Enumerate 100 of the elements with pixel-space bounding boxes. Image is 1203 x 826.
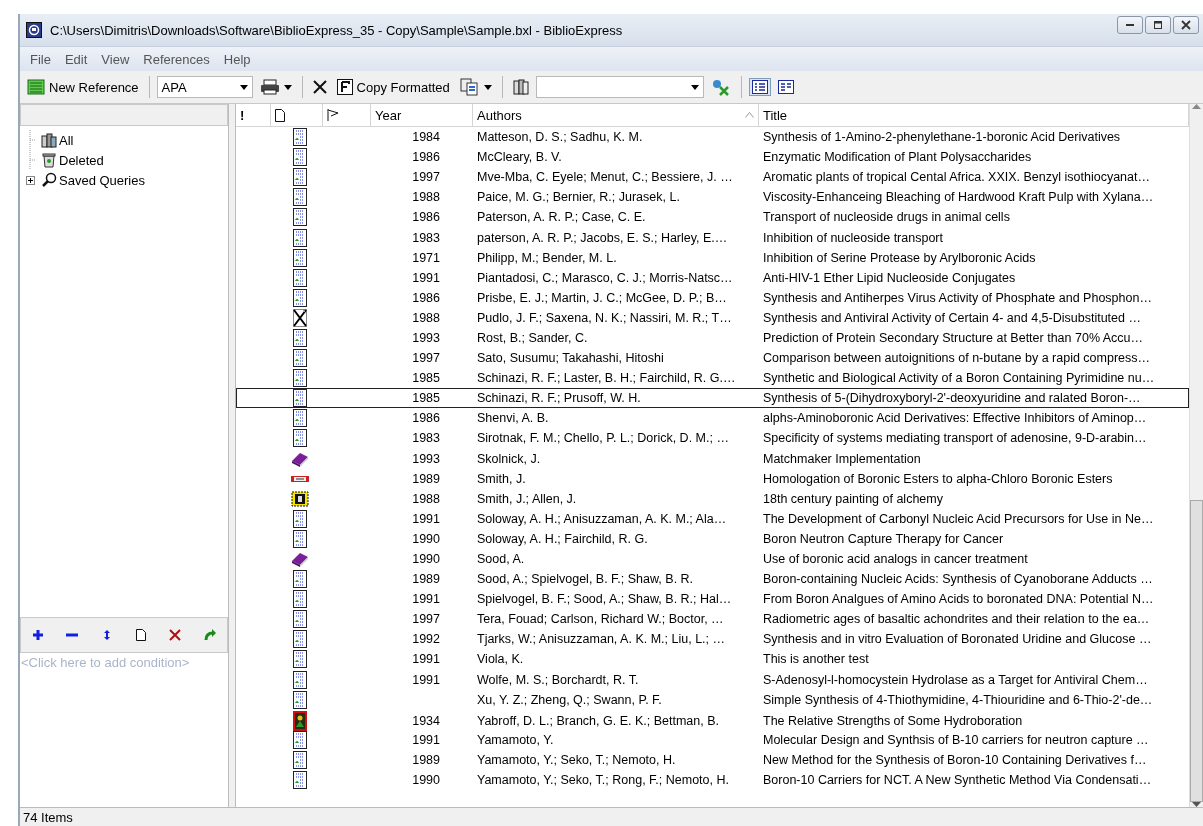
table-row[interactable]: 1993 Rost, B.; Sander, C. Prediction of Protein Secondary Structure at Better than 70% Accu… [236,327,1189,349]
table-cell: Specificity of systems mediating transport of adenosine, 9-D-arabin… [763,431,1147,446]
table-row[interactable]: 1984 Matteson, D. S.; Sadhu, K. M. Synthesis of 1-Amino-2-phenylethane-1-boronic Acid Derivatives [236,127,1189,148]
table-row[interactable]: 1988 Paice, M. G.; Bernier, R.; Jurasek, L. Viscosity-Enhanceing Bleaching of Hardwood Kraft Pulp with Xylana… [236,187,1189,208]
table-row[interactable]: 1990 Yamamoto, Y.; Seko, T.; Rong, F.; Nemoto, H. Boron-10 Carriers for NCT. A New Synthetic Method Via Condensati… [236,770,1189,791]
menu-item[interactable]: View [95,49,136,69]
copy-formatted-button[interactable]: Copy Formatted [333,77,453,97]
table-row[interactable]: 1991 Viola, K. This is another test [236,649,1189,670]
view-icon [777,80,794,94]
table-cell: This is another test [763,652,869,667]
framed-picture-icon [290,490,309,507]
books-icon [512,78,529,96]
redo-icon [203,629,216,641]
maximize-button[interactable] [1145,16,1171,34]
tree-item[interactable]: Deleted [39,152,106,168]
tree-item[interactable]: Saved Queries [39,172,147,188]
article-icon [292,349,307,368]
table-row[interactable]: 1983 paterson, A. R. P.; Jacobs, E. S.; Harley, E.… Inhibition of nucleoside transport [236,227,1189,248]
article-icon [292,188,307,207]
view-toggle-button[interactable] [748,78,771,96]
close-button[interactable] [1173,16,1199,34]
column-header[interactable]: ! [236,104,271,126]
table-cell: Boron Neutron Capture Therapy for Cancer [763,531,1004,546]
table-cell: 1934 [412,713,440,728]
table-row[interactable]: 1986 Shenvi, A. B. alphs-Aminoboronic Acid Derivatives: Effective Inhibitors of Aminop… [236,408,1189,429]
table-cell: From Boron Analgues of Amino Acids to boronated DNA: Potential N… [763,592,1154,607]
table-cell: Boron-containing Nucleic Acids: Synthesis of Cyanoborane Adducts … [763,572,1153,587]
expand-icon[interactable] [25,175,35,185]
table-row[interactable]: 1986 Paterson, A. R. P.; Case, C. E. Transport of nucleoside drugs in animal cells [236,207,1189,228]
table-cell: 1993 [412,331,440,345]
list-icon [27,79,45,95]
table-cell: Tjarks, W.; Anisuzzaman, A. K. M.; Liu, L.; … [477,632,725,647]
dropdown-arrow-icon [283,84,292,90]
delete-button[interactable] [169,629,182,641]
table-row[interactable]: 1990 Sood, A. Use of boronic acid analogs in cancer treatment [236,548,1189,570]
table-row[interactable]: 1986 McCleary, B. V. Enzymatic Modification of Plant Polysaccharides [236,147,1189,168]
table-row[interactable]: 1988 Pudlo, J. F.; Saxena, N. K.; Nassiri, M. R.; T… Synthesis and Antiviral Activity of Certain 4- and 4,5-Disubstituted … [236,307,1189,328]
menu-item[interactable]: References [137,49,216,69]
table-row[interactable]: 1985 Schinazi, R. F.; Prusoff, W. H. Synthesis of 5-(Dihydroxyboryl-2'-deoxyuridine and ralated Boron-… [236,388,1189,409]
table-row[interactable]: 1988 Smith, J.; Allen, J. 18th century painting of alchemy [236,488,1189,509]
table-cell: 1991 [412,732,440,747]
add-button[interactable] [32,629,45,641]
painting-icon [292,710,307,731]
menu-item[interactable]: Edit [58,49,94,69]
table-row[interactable]: 1985 Schinazi, R. F.; Laster, B. H.; Fairchild, R. G.… Synthetic and Biological Activity of a Boron Containing Pyrimidine nu… [236,368,1189,389]
article-icon [292,690,307,709]
table-cell: Molecular Design and Synthsis of B-10 carriers for neutron capture … [763,732,1149,747]
article-icon [292,650,307,669]
style-dropdown[interactable]: APA [156,76,253,98]
table-row[interactable]: 1934 Yabroff, D. L.; Branch, G. E. K.; Bettman, B. The Relative Strengths of Some Hydroboration [236,709,1189,730]
table-cell: Yabroff, D. L.; Branch, G. E. K.; Bettman, B. [477,713,719,728]
scrollbar[interactable] [1189,104,1203,807]
filter-icon [710,78,731,96]
article-icon [292,750,307,769]
document-button[interactable] [135,629,148,641]
table-row[interactable]: 1997 Mve-Mba, C. Eyele; Menut, C.; Bessiere, J. … Aromatic plants of tropical Cental Africa. XXIX. Benzyl isothiocyanat… [236,167,1189,188]
table-cell: Transport of nucleoside drugs in animal cells [763,210,1010,225]
table-cell: Soloway, A. H.; Fairchild, R. G. [477,531,648,546]
new-reference-button[interactable]: New Reference [24,77,142,97]
table-cell: Synthetic and Biological Activity of a Boron Containing Pyrimidine nu… [763,371,1155,386]
table-cell: 1997 [412,351,440,366]
table-row[interactable]: 1971 Philipp, M.; Bender, M. L. Inhibition of Serine Protease by Arylboronic Acids [236,247,1189,268]
minimize-button[interactable] [1117,16,1143,34]
table-row[interactable]: 1991 Yamamoto, Y. Molecular Design and Synthsis of B-10 carriers for neutron capture … [236,729,1189,750]
table-row[interactable]: 1991 Piantadosi, C.; Marasco, C. J.; Morris-Natsc… Anti-HIV-1 Ether Lipid Nucleoside Conjugates [236,267,1189,288]
menu-item[interactable]: File [24,49,57,69]
table-cell: Yamamoto, Y. [477,732,554,747]
table-cell: 1988 [412,190,440,205]
table-row[interactable]: 1990 Soloway, A. H.; Fairchild, R. G. Boron Neutron Capture Therapy for Cancer [236,528,1189,549]
table-row[interactable]: 1983 Sirotnak, F. M.; Chello, P. L.; Dorick, D. M.; … Specificity of systems mediating transport of adenosine, 9-D-arabin… [236,428,1189,449]
table-row[interactable]: 1992 Tjarks, W.; Anisuzzaman, A. K. M.; Liu, L.; … Synthesis and in vitro Evaluation of Boronated Uridine and Glucose … [236,629,1189,650]
table-cell: Inhibition of Serine Protease by Arylboronic Acids [763,250,1036,265]
table-row[interactable]: 1991 Wolfe, M. S.; Borchardt, R. T. S-Adenosyl-l-homocystein Hydrolase as a Target for Antiviral Chem… [236,669,1189,690]
table-cell: Shenvi, A. B. [477,411,549,426]
article-icon [292,610,307,629]
table-cell: S-Adenosyl-l-homocystein Hydrolase as a Target for Antiviral Chem… [763,672,1148,687]
table-row[interactable]: 1989 Yamamoto, Y.; Seko, T.; Nemoto, H. New Method for the Synthesis of Boron-10 Containing Derivatives f… [236,749,1189,770]
table-row[interactable]: 1993 Skolnick, J. Matchmaker Implementation [236,448,1189,469]
redo-button[interactable] [203,629,216,641]
minimize-icon [1126,24,1134,26]
table-row[interactable]: 1997 Tera, Fouad; Carlson, Richard W.; Boctor, … Radiometric ages of basaltic achondrites and their relation to the ea… [236,609,1189,630]
table-row[interactable]: 1986 Prisbe, E. J.; Martin, J. C.; McGee, D. P.; B… Synthesis and Antiherpes Virus Activity of Phosphate and Phosphon… [236,287,1189,308]
table-cell: 1986 [412,411,440,426]
column-header[interactable]: Authors [473,104,759,126]
tree-item[interactable]: All [39,132,76,148]
table-row[interactable]: 1989 Smith, J. Homologation of Boronic Esters to alpha-Chloro Boronic Esters [236,468,1189,489]
table-cell: Synthesis and Antiviral Activity of Certain 4- and 4,5-Disubstituted … [763,310,1141,325]
menu-item[interactable]: Help [217,49,257,69]
scroll-thumb[interactable] [1190,500,1203,802]
dropdown-arrow-icon [239,84,248,90]
table-row[interactable]: Xu, Y. Z.; Zheng, Q.; Swann, P. F. Simple Synthesis of 4-Thiothymidine, 4-Thiouridine and 6-Thio-2'-de… [236,689,1189,710]
article-icon [292,148,307,167]
table-row[interactable]: 1989 Sood, A.; Spielvogel, B. F.; Shaw, B. R. Boron-containing Nucleic Acids: Synthesis of Cyanoborane Adducts … [236,569,1189,590]
column-header[interactable]: Year [371,104,473,126]
table-row[interactable]: 1997 Sato, Susumu; Takahashi, Hitoshi Comparison between autoignitions of n-butane by a rapid compress… [236,348,1189,369]
table-row[interactable]: 1991 Spielvogel, B. F.; Sood, A.; Shaw, B. R.; Hal… From Boron Analgues of Amino Acids to boronated DNA: Potential N… [236,589,1189,610]
article-icon [292,228,307,247]
table-row[interactable]: 1991 Soloway, A. H.; Anisuzzaman, A. K. M.; Ala… The Development of Carbonyl Nucleic Acid Precursors for Use in Ne… [236,508,1189,529]
table-cell: Aromatic plants of tropical Cental Africa. XXIX. Benzyl isothiocyanat… [763,170,1150,185]
table-cell: Paterson, A. R. P.; Case, C. E. [477,210,646,225]
